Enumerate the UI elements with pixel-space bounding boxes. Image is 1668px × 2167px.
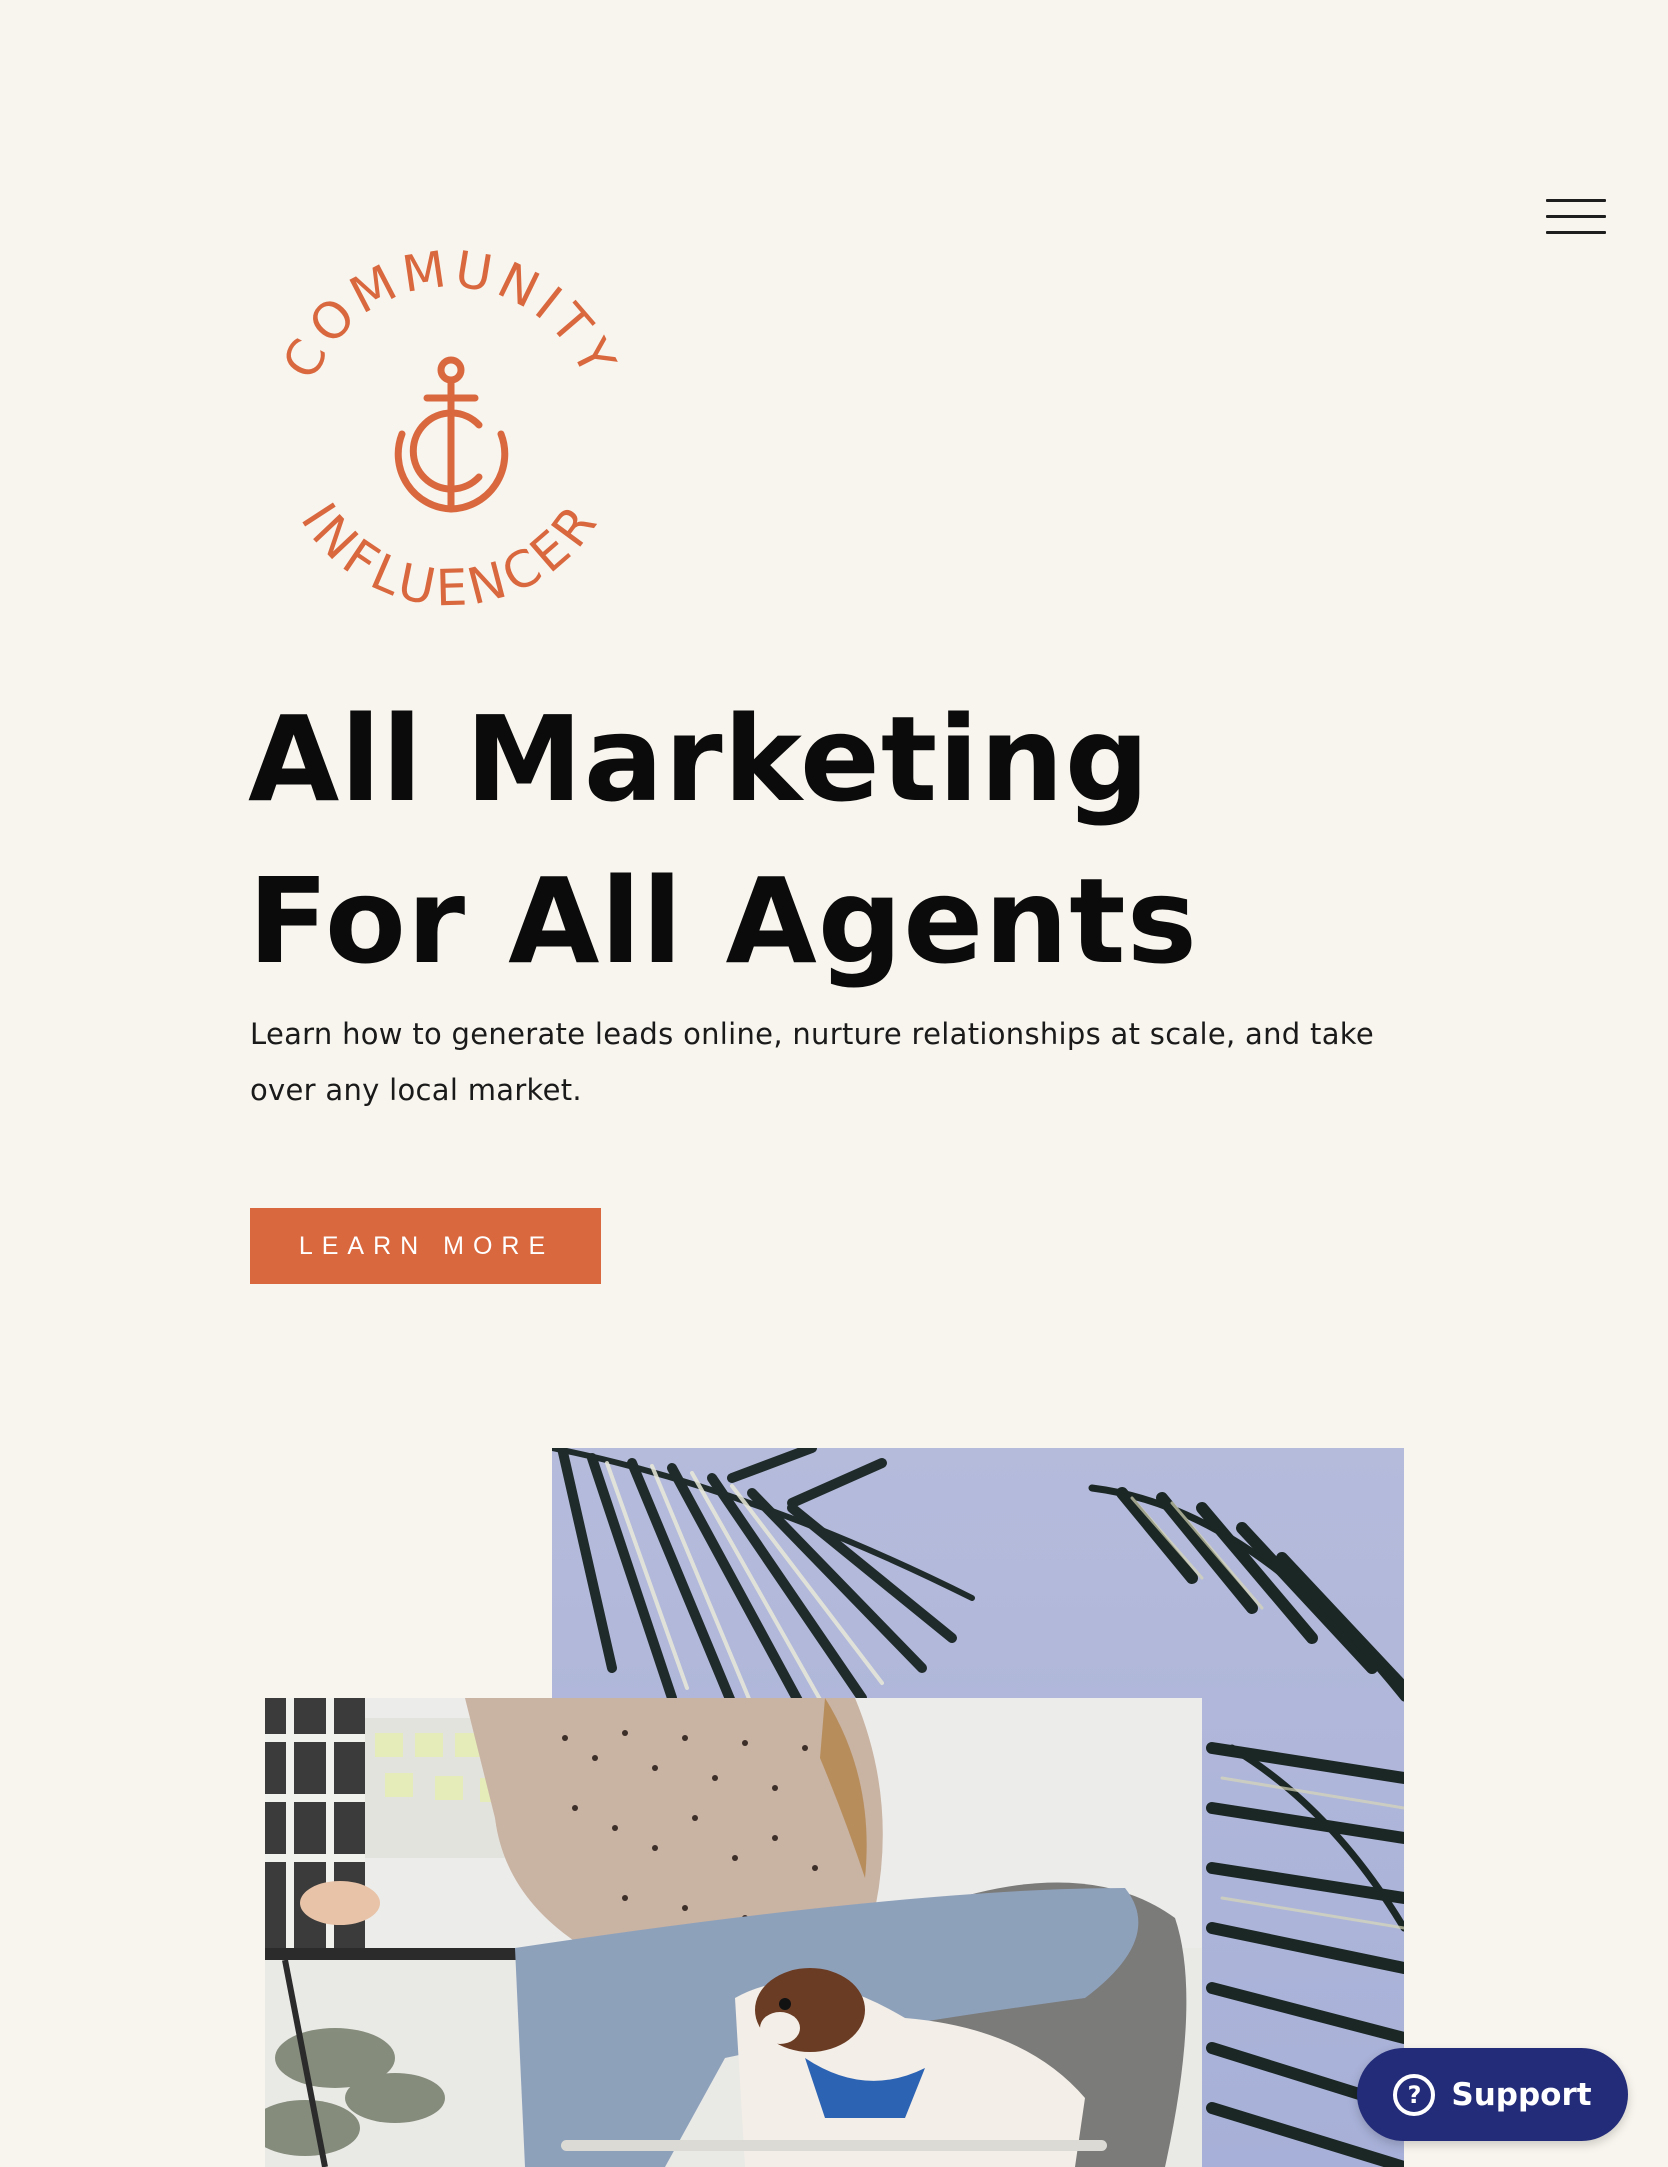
menu-line	[1546, 231, 1606, 234]
hamburger-menu-icon[interactable]	[1540, 195, 1610, 241]
logo-svg: COMMUNITY INFLUENCER	[272, 240, 629, 618]
logo-text-top: COMMUNITY	[272, 240, 629, 388]
anchor-icon	[394, 356, 509, 513]
menu-line	[1546, 199, 1606, 202]
community-influencer-logo[interactable]: COMMUNITY INFLUENCER	[255, 237, 645, 627]
learn-more-button[interactable]: LEARN MORE	[250, 1208, 601, 1284]
woman-writing-with-dog-photo	[265, 1698, 1202, 2167]
hero-headline: All Marketing For All Agents	[248, 678, 1448, 1002]
headline-line-2: For All Agents	[248, 852, 1198, 990]
hero-subtext: Learn how to generate leads online, nurt…	[250, 1017, 1374, 1107]
menu-line	[1546, 215, 1606, 218]
support-label: Support	[1451, 2076, 1592, 2113]
home-indicator	[561, 2140, 1107, 2151]
support-button[interactable]: ? Support	[1357, 2048, 1628, 2141]
question-circle-icon: ?	[1393, 2073, 1436, 2116]
headline-line-1: All Marketing	[248, 690, 1151, 828]
